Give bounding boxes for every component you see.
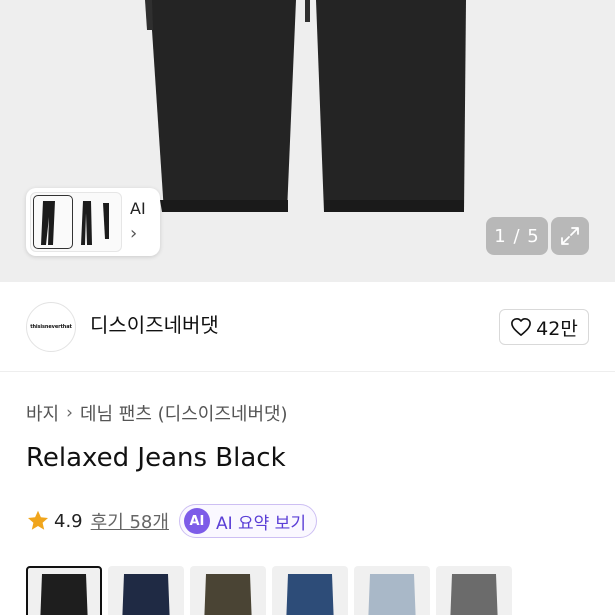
color-swatch-navy[interactable] [108, 566, 184, 615]
brand-logo-text: thisisneverthat [30, 324, 72, 330]
brand-logo[interactable]: thisisneverthat [26, 302, 76, 352]
ai-summary-label: AI 요약 보기 [215, 513, 306, 534]
color-swatch-blue[interactable] [272, 566, 348, 615]
color-swatch-brown[interactable] [190, 566, 266, 615]
breadcrumb-item-denim[interactable]: 데님 팬츠 (디스이즈네버댓) [80, 400, 288, 426]
rating-value: 4.9 [54, 510, 83, 532]
like-count: 42만 [536, 317, 578, 340]
ai-summary-button[interactable]: AI AI 요약 보기 [178, 504, 317, 538]
star-icon [28, 510, 48, 530]
chevron-right-icon: › [130, 223, 138, 244]
ai-thumbnail [30, 192, 122, 252]
expand-button[interactable] [551, 217, 589, 255]
breadcrumb: 바지 › 데님 팬츠 (디스이즈네버댓) [26, 400, 288, 426]
breadcrumb-separator-icon: › [66, 403, 73, 423]
brand-name[interactable]: 디스이즈네버댓 [90, 312, 219, 338]
product-title: Relaxed Jeans Black [26, 443, 286, 473]
review-count-link[interactable]: 후기 58개 [91, 508, 169, 534]
brand-row: thisisneverthat 디스이즈네버댓 42만 [0, 282, 615, 372]
product-image-gallery[interactable]: AI › 1 / 5 [0, 0, 615, 282]
ai-similar-items-card[interactable]: AI › [26, 188, 160, 256]
ai-badge-icon: AI [183, 508, 210, 534]
thumbnail-selection-frame [33, 195, 73, 249]
like-button[interactable]: 42만 [499, 309, 589, 345]
rating-row: 4.9 후기 58개 AI AI 요약 보기 [26, 503, 317, 539]
color-swatch-black[interactable] [26, 566, 102, 615]
color-options [26, 566, 512, 615]
expand-icon [561, 227, 579, 245]
heart-icon [511, 318, 532, 336]
color-swatch-light-blue[interactable] [354, 566, 430, 615]
ai-label: AI [130, 199, 146, 218]
color-swatch-grey[interactable] [436, 566, 512, 615]
image-counter: 1 / 5 [486, 217, 548, 255]
breadcrumb-item-pants[interactable]: 바지 [26, 400, 59, 426]
